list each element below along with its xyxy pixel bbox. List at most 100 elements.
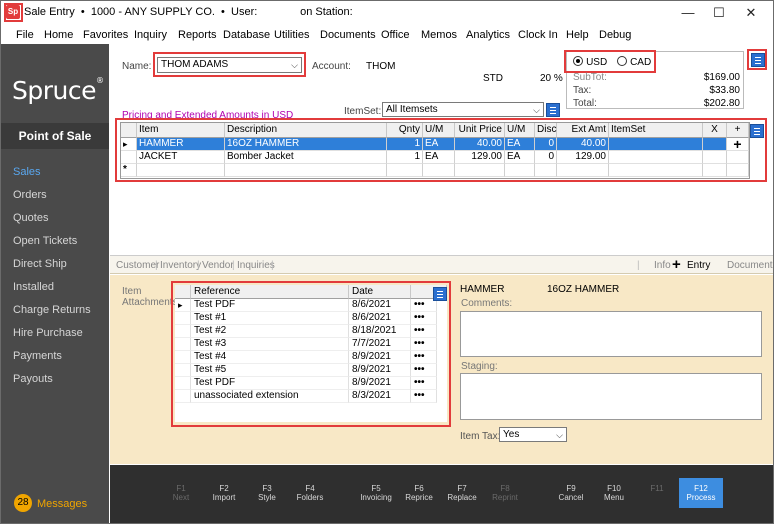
col-description[interactable]: Description: [225, 123, 387, 138]
close-button[interactable]: ✕: [736, 4, 766, 22]
col-delete[interactable]: X: [703, 123, 727, 138]
f5-invoicing-button[interactable]: F5 Invoicing: [354, 484, 398, 502]
col-um2[interactable]: U/M: [505, 123, 535, 138]
currency-cad-radio[interactable]: CAD: [617, 56, 651, 68]
col-item[interactable]: Item: [137, 123, 225, 138]
f2-import-button[interactable]: F2 Import: [202, 484, 246, 502]
f9-cancel-button[interactable]: F9 Cancel: [549, 484, 593, 502]
menu-documents[interactable]: Documents: [320, 29, 376, 41]
menu-memos[interactable]: Memos: [421, 29, 457, 41]
new-row-item-cell[interactable]: [137, 164, 225, 177]
menu-inquiry[interactable]: Inquiry: [134, 29, 167, 41]
col-itemset[interactable]: ItemSet: [609, 123, 703, 138]
menu-analytics[interactable]: Analytics: [466, 29, 510, 41]
col-unit-price[interactable]: Unit Price: [455, 123, 505, 138]
table-cell[interactable]: [727, 164, 749, 177]
table-cell[interactable]: [727, 151, 749, 164]
table-row[interactable]: JACKET: [137, 151, 225, 164]
menu-utilities[interactable]: Utilities: [274, 29, 309, 41]
col-qnty[interactable]: Qnty: [387, 123, 423, 138]
f8-reprint-button[interactable]: F8 Reprint: [483, 484, 527, 502]
more-options-icon[interactable]: •••: [411, 390, 437, 403]
table-cell[interactable]: [557, 164, 609, 177]
col-disc[interactable]: Disc: [535, 123, 557, 138]
list-item[interactable]: Test PDF: [191, 377, 349, 390]
table-cell[interactable]: [455, 164, 505, 177]
table-cell[interactable]: [703, 151, 727, 164]
table-cell[interactable]: 129.00: [455, 151, 505, 164]
sidebar-item-charge-returns[interactable]: Charge Returns: [13, 304, 91, 316]
table-cell[interactable]: 40.00: [455, 138, 505, 151]
list-item[interactable]: Test PDF: [191, 299, 349, 312]
table-cell[interactable]: 0: [535, 138, 557, 151]
table-cell[interactable]: Bomber Jacket: [225, 151, 387, 164]
col-date[interactable]: Date: [349, 285, 411, 299]
col-ext-amt[interactable]: Ext Amt: [557, 123, 609, 138]
more-options-icon[interactable]: •••: [411, 338, 437, 351]
sidebar-item-open-tickets[interactable]: Open Tickets: [13, 235, 77, 247]
table-cell[interactable]: 16OZ HAMMER: [225, 138, 387, 151]
menu-favorites[interactable]: Favorites: [83, 29, 128, 41]
table-cell[interactable]: [703, 164, 727, 177]
more-options-icon[interactable]: •••: [411, 364, 437, 377]
list-item[interactable]: unassociated extension: [191, 390, 349, 403]
menu-office[interactable]: Office: [381, 29, 410, 41]
list-item[interactable]: Test #3: [191, 338, 349, 351]
more-options-icon[interactable]: •••: [411, 377, 437, 390]
table-cell[interactable]: [609, 138, 703, 151]
table-cell[interactable]: 40.00: [557, 138, 609, 151]
itemset-menu-icon[interactable]: [546, 103, 560, 117]
f7-replace-button[interactable]: F7 Replace: [440, 484, 484, 502]
more-options-icon[interactable]: •••: [411, 325, 437, 338]
f4-folders-button[interactable]: F4 Folders: [288, 484, 332, 502]
table-cell[interactable]: EA: [505, 138, 535, 151]
table-cell[interactable]: [505, 164, 535, 177]
table-cell[interactable]: [535, 164, 557, 177]
minimize-button[interactable]: —: [673, 4, 703, 22]
f1-next-button[interactable]: F1 Next: [159, 484, 203, 502]
menu-file[interactable]: File: [16, 29, 34, 41]
menu-help[interactable]: Help: [566, 29, 589, 41]
table-cell[interactable]: EA: [423, 151, 455, 164]
col-add[interactable]: +: [727, 123, 749, 138]
tab-entry[interactable]: Entry: [687, 260, 710, 271]
sidebar-item-direct-ship[interactable]: Direct Ship: [13, 258, 67, 270]
menu-home[interactable]: Home: [44, 29, 73, 41]
more-options-icon[interactable]: •••: [411, 312, 437, 325]
menu-debug[interactable]: Debug: [599, 29, 631, 41]
header-menu-icon[interactable]: [751, 53, 765, 67]
more-options-icon[interactable]: •••: [411, 351, 437, 364]
tab-info[interactable]: Info: [654, 260, 671, 271]
attachments-menu-icon[interactable]: [433, 287, 447, 301]
f12-process-button[interactable]: F12 Process: [679, 484, 723, 502]
comments-textarea[interactable]: [460, 311, 762, 357]
table-cell[interactable]: 0: [535, 151, 557, 164]
tab-inventory[interactable]: Inventory: [160, 260, 201, 271]
staging-textarea[interactable]: [460, 373, 762, 420]
customer-name-combo[interactable]: THOM ADAMS ⌵: [157, 57, 302, 73]
sidebar-item-payments[interactable]: Payments: [13, 350, 62, 362]
sidebar-item-quotes[interactable]: Quotes: [13, 212, 48, 224]
itemset-combo[interactable]: All Itemsets ⌵: [382, 102, 544, 117]
tab-document[interactable]: Document: [727, 260, 773, 271]
grid-menu-icon[interactable]: [750, 124, 764, 138]
menu-reports[interactable]: Reports: [178, 29, 217, 41]
menu-clock-in[interactable]: Clock In: [518, 29, 558, 41]
menu-database[interactable]: Database: [223, 29, 270, 41]
list-item[interactable]: Test #4: [191, 351, 349, 364]
f11-button[interactable]: F11: [635, 484, 679, 493]
table-cell[interactable]: 129.00: [557, 151, 609, 164]
sidebar-item-installed[interactable]: Installed: [13, 281, 54, 293]
col-reference[interactable]: Reference: [191, 285, 349, 299]
messages-link[interactable]: Messages: [37, 498, 87, 510]
f10-menu-button[interactable]: F10 Menu: [592, 484, 636, 502]
table-cell[interactable]: 1: [387, 151, 423, 164]
list-item[interactable]: Test #2: [191, 325, 349, 338]
table-row[interactable]: HAMMER: [137, 138, 225, 151]
currency-usd-radio[interactable]: USD: [573, 56, 607, 68]
list-item[interactable]: Test #1: [191, 312, 349, 325]
f3-style-button[interactable]: F3 Style: [245, 484, 289, 502]
table-cell[interactable]: EA: [423, 138, 455, 151]
maximize-button[interactable]: ☐: [704, 4, 734, 22]
table-cell[interactable]: [609, 151, 703, 164]
